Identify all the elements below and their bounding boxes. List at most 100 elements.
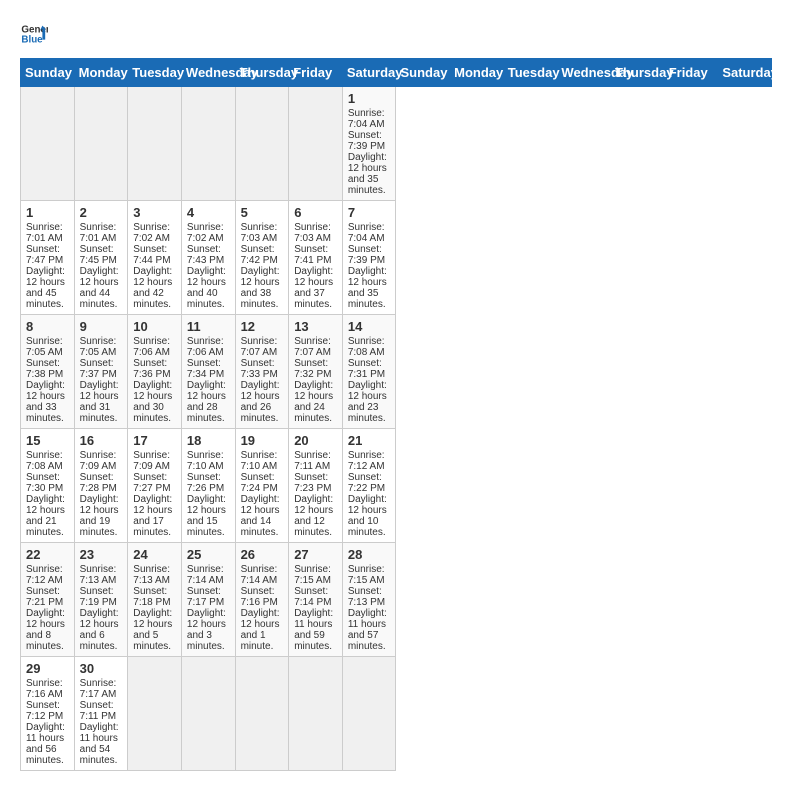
- day-number: 2: [80, 205, 123, 220]
- sunrise-text: Sunrise: 7:04 AM: [348, 108, 391, 130]
- sunrise-text: Sunrise: 7:01 AM: [80, 222, 123, 244]
- day-number: 14: [348, 319, 391, 334]
- sunset-text: Sunset: 7:36 PM: [133, 358, 176, 380]
- sunset-text: Sunset: 7:12 PM: [26, 700, 69, 722]
- calendar-week-4: 22Sunrise: 7:12 AMSunset: 7:21 PMDayligh…: [21, 543, 772, 657]
- sunrise-text: Sunrise: 7:07 AM: [241, 336, 284, 358]
- sunrise-text: Sunrise: 7:08 AM: [26, 450, 69, 472]
- sunset-text: Sunset: 7:39 PM: [348, 244, 391, 266]
- day-number: 29: [26, 661, 69, 676]
- sunset-text: Sunset: 7:19 PM: [80, 586, 123, 608]
- sunset-text: Sunset: 7:14 PM: [294, 586, 337, 608]
- sunrise-text: Sunrise: 7:15 AM: [348, 564, 391, 586]
- daylight-text: Daylight: 12 hours and 8 minutes.: [26, 608, 69, 652]
- calendar-cell: 6Sunrise: 7:03 AMSunset: 7:41 PMDaylight…: [289, 201, 343, 315]
- daylight-text: Daylight: 12 hours and 33 minutes.: [26, 380, 69, 424]
- daylight-text: Daylight: 12 hours and 14 minutes.: [241, 494, 284, 538]
- calendar-cell: [128, 87, 182, 201]
- header-wednesday: Wednesday: [557, 59, 611, 87]
- day-number: 16: [80, 433, 123, 448]
- sunset-text: Sunset: 7:22 PM: [348, 472, 391, 494]
- header-thursday: Thursday: [611, 59, 665, 87]
- day-number: 1: [26, 205, 69, 220]
- calendar-cell: [235, 87, 289, 201]
- sunset-text: Sunset: 7:21 PM: [26, 586, 69, 608]
- sunrise-text: Sunrise: 7:13 AM: [133, 564, 176, 586]
- calendar-cell: 8Sunrise: 7:05 AMSunset: 7:38 PMDaylight…: [21, 315, 75, 429]
- day-number: 27: [294, 547, 337, 562]
- calendar-cell: 7Sunrise: 7:04 AMSunset: 7:39 PMDaylight…: [342, 201, 396, 315]
- sunrise-text: Sunrise: 7:17 AM: [80, 678, 123, 700]
- sunrise-text: Sunrise: 7:01 AM: [26, 222, 69, 244]
- sunset-text: Sunset: 7:43 PM: [187, 244, 230, 266]
- sunset-text: Sunset: 7:44 PM: [133, 244, 176, 266]
- day-number: 30: [80, 661, 123, 676]
- daylight-text: Daylight: 12 hours and 38 minutes.: [241, 266, 284, 310]
- day-number: 24: [133, 547, 176, 562]
- day-number: 26: [241, 547, 284, 562]
- calendar-cell: 17Sunrise: 7:09 AMSunset: 7:27 PMDayligh…: [128, 429, 182, 543]
- sunset-text: Sunset: 7:45 PM: [80, 244, 123, 266]
- sunset-text: Sunset: 7:39 PM: [348, 130, 391, 152]
- sunset-text: Sunset: 7:31 PM: [348, 358, 391, 380]
- header-monday: Monday: [74, 59, 128, 87]
- daylight-text: Daylight: 12 hours and 37 minutes.: [294, 266, 337, 310]
- sunrise-text: Sunrise: 7:03 AM: [294, 222, 337, 244]
- daylight-text: Daylight: 12 hours and 42 minutes.: [133, 266, 176, 310]
- daylight-text: Daylight: 12 hours and 40 minutes.: [187, 266, 230, 310]
- day-number: 12: [241, 319, 284, 334]
- header-saturday: Saturday: [342, 59, 396, 87]
- daylight-text: Daylight: 12 hours and 45 minutes.: [26, 266, 69, 310]
- calendar-cell: [181, 87, 235, 201]
- calendar-cell: 20Sunrise: 7:11 AMSunset: 7:23 PMDayligh…: [289, 429, 343, 543]
- daylight-text: Daylight: 12 hours and 21 minutes.: [26, 494, 69, 538]
- daylight-text: Daylight: 12 hours and 28 minutes.: [187, 380, 230, 424]
- calendar-cell: 12Sunrise: 7:07 AMSunset: 7:33 PMDayligh…: [235, 315, 289, 429]
- sunset-text: Sunset: 7:38 PM: [26, 358, 69, 380]
- daylight-text: Daylight: 12 hours and 31 minutes.: [80, 380, 123, 424]
- sunrise-text: Sunrise: 7:03 AM: [241, 222, 284, 244]
- daylight-text: Daylight: 12 hours and 12 minutes.: [294, 494, 337, 538]
- calendar-cell: 14Sunrise: 7:08 AMSunset: 7:31 PMDayligh…: [342, 315, 396, 429]
- daylight-text: Daylight: 12 hours and 5 minutes.: [133, 608, 176, 652]
- day-number: 3: [133, 205, 176, 220]
- sunset-text: Sunset: 7:47 PM: [26, 244, 69, 266]
- day-number: 10: [133, 319, 176, 334]
- calendar-cell: 30Sunrise: 7:17 AMSunset: 7:11 PMDayligh…: [74, 657, 128, 771]
- calendar-cell: 18Sunrise: 7:10 AMSunset: 7:26 PMDayligh…: [181, 429, 235, 543]
- sunset-text: Sunset: 7:42 PM: [241, 244, 284, 266]
- day-number: 17: [133, 433, 176, 448]
- sunrise-text: Sunrise: 7:15 AM: [294, 564, 337, 586]
- calendar-cell: 27Sunrise: 7:15 AMSunset: 7:14 PMDayligh…: [289, 543, 343, 657]
- sunrise-text: Sunrise: 7:10 AM: [241, 450, 284, 472]
- sunrise-text: Sunrise: 7:14 AM: [241, 564, 284, 586]
- calendar-week-3: 15Sunrise: 7:08 AMSunset: 7:30 PMDayligh…: [21, 429, 772, 543]
- day-number: 18: [187, 433, 230, 448]
- calendar-cell: 2Sunrise: 7:01 AMSunset: 7:45 PMDaylight…: [74, 201, 128, 315]
- calendar-cell: 25Sunrise: 7:14 AMSunset: 7:17 PMDayligh…: [181, 543, 235, 657]
- header-sunday: Sunday: [21, 59, 75, 87]
- header-thursday: Thursday: [235, 59, 289, 87]
- day-number: 11: [187, 319, 230, 334]
- calendar-cell: [74, 87, 128, 201]
- day-number: 1: [348, 91, 391, 106]
- calendar-cell: 4Sunrise: 7:02 AMSunset: 7:43 PMDaylight…: [181, 201, 235, 315]
- daylight-text: Daylight: 12 hours and 19 minutes.: [80, 494, 123, 538]
- sunset-text: Sunset: 7:30 PM: [26, 472, 69, 494]
- day-number: 21: [348, 433, 391, 448]
- daylight-text: Daylight: 12 hours and 3 minutes.: [187, 608, 230, 652]
- sunrise-text: Sunrise: 7:11 AM: [294, 450, 337, 472]
- header-friday: Friday: [664, 59, 718, 87]
- sunset-text: Sunset: 7:23 PM: [294, 472, 337, 494]
- calendar-cell: 28Sunrise: 7:15 AMSunset: 7:13 PMDayligh…: [342, 543, 396, 657]
- calendar-cell: 16Sunrise: 7:09 AMSunset: 7:28 PMDayligh…: [74, 429, 128, 543]
- day-number: 15: [26, 433, 69, 448]
- sunset-text: Sunset: 7:13 PM: [348, 586, 391, 608]
- calendar-cell: 5Sunrise: 7:03 AMSunset: 7:42 PMDaylight…: [235, 201, 289, 315]
- sunrise-text: Sunrise: 7:09 AM: [133, 450, 176, 472]
- sunrise-text: Sunrise: 7:12 AM: [26, 564, 69, 586]
- daylight-text: Daylight: 12 hours and 35 minutes.: [348, 152, 391, 196]
- sunrise-text: Sunrise: 7:16 AM: [26, 678, 69, 700]
- calendar-cell: 24Sunrise: 7:13 AMSunset: 7:18 PMDayligh…: [128, 543, 182, 657]
- sunset-text: Sunset: 7:27 PM: [133, 472, 176, 494]
